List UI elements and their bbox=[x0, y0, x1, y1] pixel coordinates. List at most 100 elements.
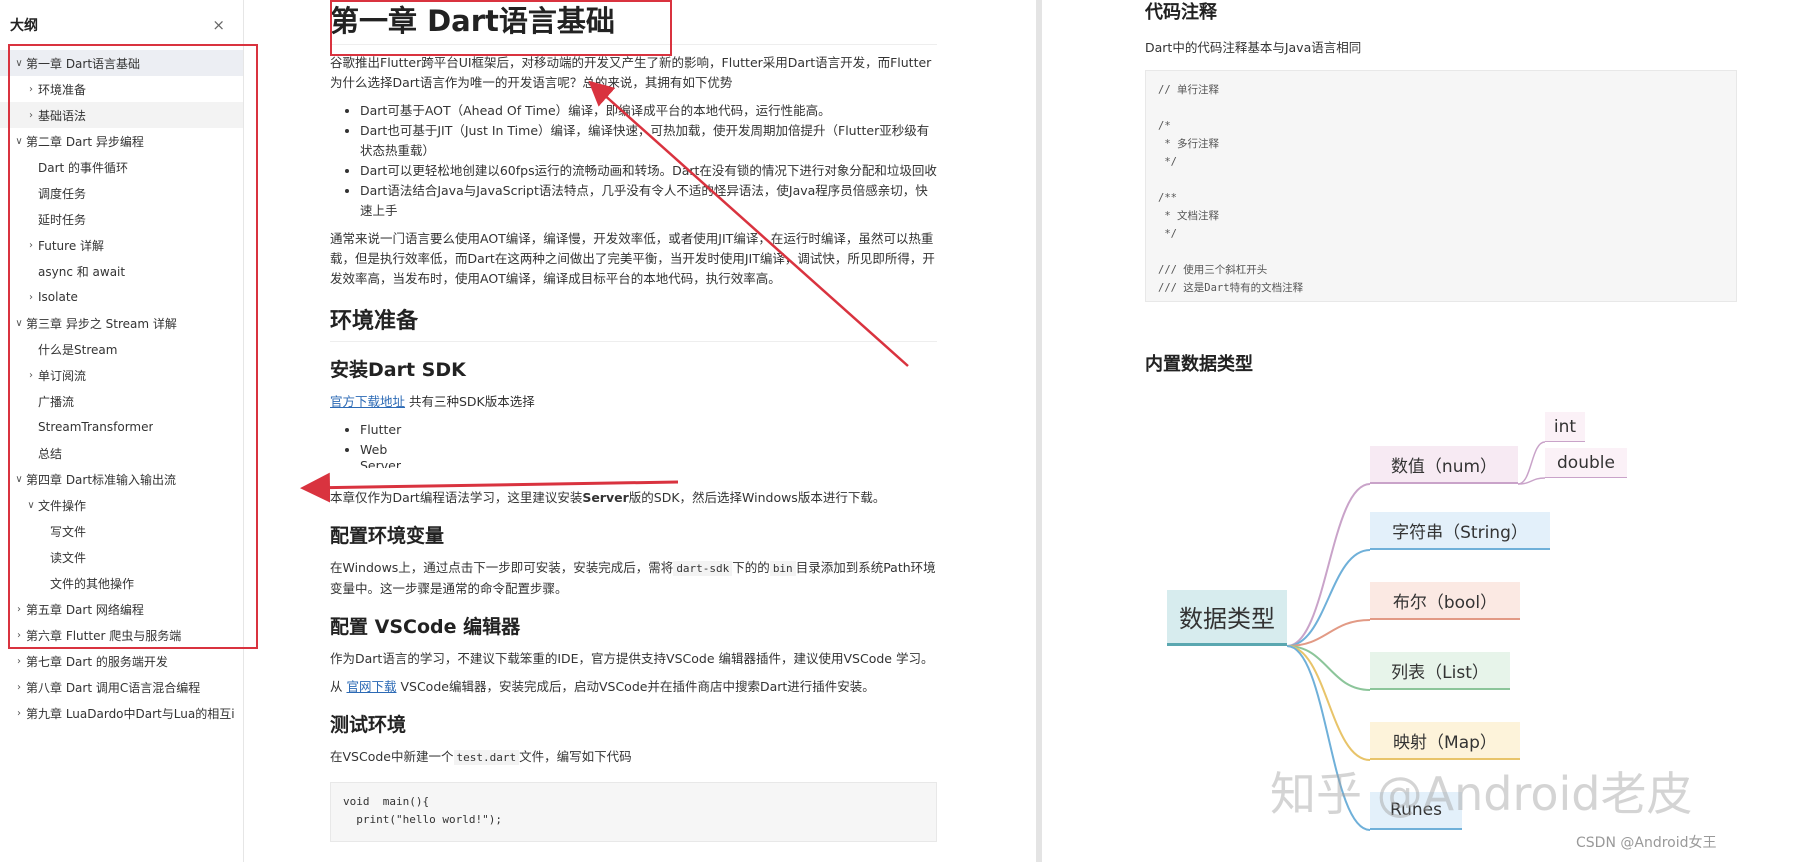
compile-paragraph: 通常来说一门语言要么使用AOT编译，编译慢，开发效率低，或者使用JIT编译，在运… bbox=[330, 231, 935, 286]
sdk-note-text: 本章仅作为Dart编程语法学习，这里建议安装 bbox=[330, 490, 583, 505]
outline-item[interactable]: ›什么是Stream bbox=[0, 336, 243, 362]
outline-item[interactable]: ∨ 第一章 Dart语言基础 bbox=[0, 50, 243, 76]
outline-item-label: 第八章 Dart 调用C语言混合编程 bbox=[26, 680, 201, 695]
chevron-down-icon[interactable]: ∨ bbox=[12, 474, 26, 485]
chevron-right-icon[interactable]: › bbox=[12, 708, 26, 719]
outline-item[interactable]: › 第八章 Dart 调用C语言混合编程 bbox=[0, 674, 243, 700]
vscode-download-link[interactable]: 官网下载 bbox=[346, 679, 396, 694]
advantage-item: Dart也可基于JIT（Just In Time）编译，编译快速，可热加载，使开… bbox=[360, 121, 937, 161]
chevron-right-icon[interactable]: › bbox=[24, 240, 38, 251]
outline-item-label: 延时任务 bbox=[38, 212, 87, 227]
outline-item[interactable]: ∨ 第二章 Dart 异步编程 bbox=[0, 128, 243, 154]
mindmap-branch: 布尔（bool） bbox=[1370, 582, 1520, 620]
outline-item[interactable]: › 第七章 Dart 的服务端开发 bbox=[0, 648, 243, 674]
mindmap-branch: 数值（num） bbox=[1370, 446, 1518, 484]
outline-item[interactable]: ›读文件 bbox=[0, 544, 243, 570]
heading-env-var: 配置环境变量 bbox=[330, 525, 445, 547]
outline-item[interactable]: ∨ 文件操作 bbox=[0, 492, 243, 518]
outline-item[interactable]: › 环境准备 bbox=[0, 76, 243, 102]
outline-item-label: Future 详解 bbox=[38, 238, 105, 253]
outline-item[interactable]: › 单订阅流 bbox=[0, 362, 243, 388]
comments-desc: Dart中的代码注释基本与Java语言相同 bbox=[1145, 40, 1362, 55]
outline-item[interactable]: › 第六章 Flutter 爬虫与服务端 bbox=[0, 622, 243, 648]
code-block-main: void main(){ print("hello world!"); bbox=[330, 782, 937, 842]
outline-item-label: 第三章 异步之 Stream 详解 bbox=[26, 316, 177, 331]
sdk-note-server: Server bbox=[582, 490, 629, 505]
mindmap-child-line bbox=[1517, 477, 1546, 485]
chevron-down-icon[interactable]: ∨ bbox=[12, 136, 26, 147]
page-divider[interactable] bbox=[1036, 0, 1042, 862]
chevron-right-icon[interactable]: › bbox=[12, 656, 26, 667]
chevron-down-icon[interactable]: ∨ bbox=[24, 500, 38, 511]
outline-item[interactable]: ›广播流 bbox=[0, 388, 243, 414]
outline-item[interactable]: ∨ 第四章 Dart标准输入输出流 bbox=[0, 466, 243, 492]
chevron-down-icon[interactable]: ∨ bbox=[12, 58, 26, 69]
outline-item[interactable]: › 第九章 LuaDardo中Dart与Lua的相互i bbox=[0, 700, 243, 726]
outline-list: ∨第一章 Dart语言基础›环境准备›基础语法∨第二章 Dart 异步编程›Da… bbox=[0, 50, 243, 726]
outline-item[interactable]: ›文件的其他操作 bbox=[0, 570, 243, 596]
inline-code-bin: bin bbox=[769, 561, 796, 576]
advantage-list: Dart可基于AOT（Ahead Of Time）编译，即编译成平台的本地代码，… bbox=[330, 101, 937, 221]
heading-vscode: 配置 VSCode 编辑器 bbox=[330, 616, 521, 638]
inline-code-test-dart: test.dart bbox=[453, 750, 520, 765]
outline-title: 大纲 bbox=[10, 18, 38, 34]
advantage-item: Dart可以更轻松地创建以60fps运行的流畅动画和转场。Dart在没有锁的情况… bbox=[360, 161, 937, 181]
chevron-right-icon[interactable]: › bbox=[12, 604, 26, 615]
outline-item-label: 调度任务 bbox=[38, 186, 87, 201]
chevron-right-icon[interactable]: › bbox=[24, 84, 38, 95]
outline-item[interactable]: ›总结 bbox=[0, 440, 243, 466]
outline-item-label: 写文件 bbox=[50, 524, 87, 539]
chevron-right-icon[interactable]: › bbox=[24, 370, 38, 381]
outline-item[interactable]: ›写文件 bbox=[0, 518, 243, 544]
sdk-text: 共有三种SDK版本选择 bbox=[405, 394, 535, 409]
code-line: */ bbox=[1158, 156, 1177, 168]
chevron-right-icon[interactable]: › bbox=[12, 682, 26, 693]
vscode-paragraph-2: 从 官网下载 VSCode编辑器，安装完成后，启动VSCode并在插件商店中搜索… bbox=[330, 677, 937, 697]
code-line: /* bbox=[1158, 120, 1171, 132]
test-text: 文件，编写如下代码 bbox=[519, 749, 632, 764]
outline-item-label: 单订阅流 bbox=[38, 368, 87, 383]
outline-item-label: Dart 的事件循环 bbox=[38, 160, 129, 175]
sdk-version-item: Flutter bbox=[360, 420, 937, 440]
close-icon[interactable]: × bbox=[212, 16, 225, 34]
outline-item[interactable]: ›调度任务 bbox=[0, 180, 243, 206]
outline-item[interactable]: › 基础语法 bbox=[0, 102, 243, 128]
outline-item-label: 总结 bbox=[38, 446, 63, 461]
env-text: 在Windows上，通过点击下一步即可安装，安装完成后，需将 bbox=[330, 560, 674, 575]
outline-item[interactable]: ›StreamTransformer bbox=[0, 414, 243, 440]
code-line: /// 使用三个斜杠开头 bbox=[1158, 264, 1268, 276]
chevron-right-icon[interactable]: › bbox=[12, 630, 26, 641]
outline-item[interactable]: ›延时任务 bbox=[0, 206, 243, 232]
test-paragraph: 在VSCode中新建一个 test.dart 文件，编写如下代码 bbox=[330, 747, 937, 768]
heading-data-types: 内置数据类型 bbox=[1145, 354, 1253, 375]
chevron-right-icon[interactable]: › bbox=[24, 110, 38, 121]
chevron-right-icon[interactable]: › bbox=[24, 292, 38, 303]
code-line: // 单行注释 bbox=[1158, 84, 1219, 96]
outline-item[interactable]: ∨ 第三章 异步之 Stream 详解 bbox=[0, 310, 243, 336]
code-line: /** bbox=[1158, 192, 1177, 204]
outline-item[interactable]: ›Dart 的事件循环 bbox=[0, 154, 243, 180]
outline-item[interactable]: › Future 详解 bbox=[0, 232, 243, 258]
heading-install-sdk: 安装Dart SDK bbox=[330, 359, 466, 381]
sdk-note: 本章仅作为Dart编程语法学习，这里建议安装Server版的SDK，然后选择Wi… bbox=[330, 488, 937, 508]
outline-item-label: 第七章 Dart 的服务端开发 bbox=[26, 654, 168, 669]
code-line: * 多行注释 bbox=[1158, 138, 1219, 150]
test-text: 在VSCode中新建一个 bbox=[330, 749, 454, 764]
env-text: 下的的 bbox=[732, 560, 770, 575]
sdk-version-item: Server bbox=[360, 460, 937, 468]
code-line: * 文档注释 bbox=[1158, 210, 1219, 222]
outline-item[interactable]: ›async 和 await bbox=[0, 258, 243, 284]
outline-item-label: 第五章 Dart 网络编程 bbox=[26, 602, 144, 617]
outline-item-label: 第六章 Flutter 爬虫与服务端 bbox=[26, 628, 182, 643]
outline-item-label: StreamTransformer bbox=[38, 420, 154, 434]
outline-header: 大纲 × bbox=[0, 0, 243, 50]
sdk-download-link[interactable]: 官方下载地址 bbox=[330, 394, 405, 409]
vscode-text: VSCode编辑器，安装完成后，启动VSCode并在插件商店中搜索Dart进行插… bbox=[396, 679, 875, 694]
outline-item-label: 第一章 Dart语言基础 bbox=[26, 56, 141, 71]
outline-item[interactable]: › Isolate bbox=[0, 284, 243, 310]
mindmap-branch: 映射（Map） bbox=[1370, 722, 1520, 760]
outline-item[interactable]: › 第五章 Dart 网络编程 bbox=[0, 596, 243, 622]
chevron-down-icon[interactable]: ∨ bbox=[12, 318, 26, 329]
